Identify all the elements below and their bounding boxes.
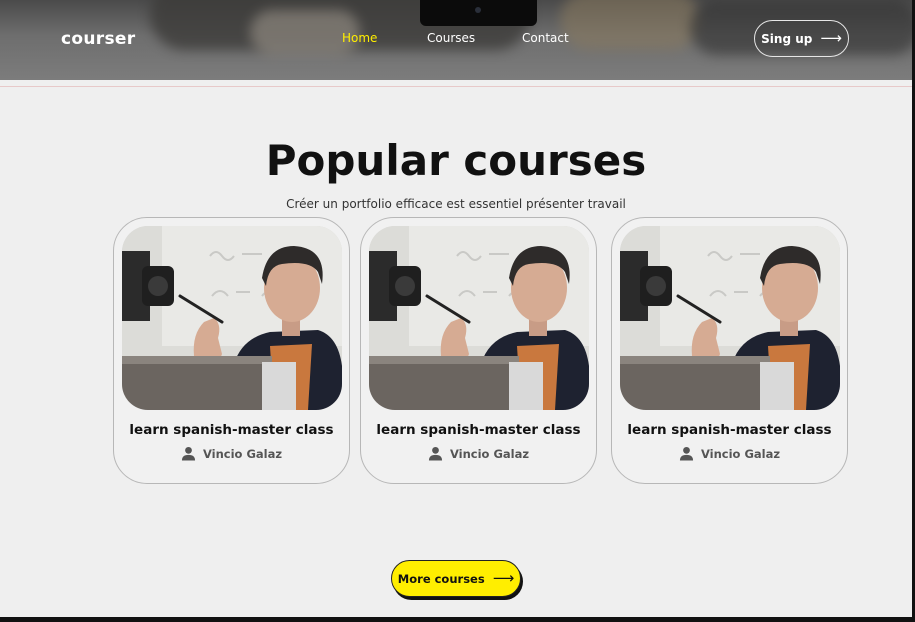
user-icon bbox=[428, 446, 443, 461]
site-header: courser Home Courses Contact Sing up ⟶ bbox=[0, 0, 915, 80]
more-courses-label: More courses bbox=[397, 571, 485, 586]
signup-label: Sing up bbox=[761, 31, 813, 46]
screen-bezel-bottom bbox=[0, 617, 915, 622]
section-title: Popular courses bbox=[265, 136, 647, 185]
course-card[interactable]: learn spanish-master class Vincio Galaz bbox=[611, 217, 848, 484]
user-icon bbox=[181, 446, 196, 461]
course-title[interactable]: learn spanish-master class bbox=[114, 422, 349, 438]
course-title[interactable]: learn spanish-master class bbox=[612, 422, 847, 438]
nav-item-home[interactable]: Home bbox=[342, 31, 377, 45]
more-courses-button[interactable]: More courses ⟶ bbox=[391, 560, 521, 597]
arrow-right-icon: ⟶ bbox=[820, 29, 842, 47]
course-image bbox=[620, 226, 840, 410]
camera-icon bbox=[475, 7, 481, 13]
course-card[interactable]: learn spanish-master class Vincio Galaz bbox=[113, 217, 350, 484]
user-icon bbox=[679, 446, 694, 461]
site-logo[interactable]: courser bbox=[61, 29, 135, 49]
page: courser Home Courses Contact Sing up ⟶ P… bbox=[0, 0, 915, 622]
nav-item-courses[interactable]: Courses bbox=[427, 31, 475, 45]
course-image bbox=[369, 226, 589, 410]
course-card[interactable]: learn spanish-master class Vincio Galaz bbox=[360, 217, 597, 484]
course-author: Vincio Galaz bbox=[114, 446, 349, 461]
course-author: Vincio Galaz bbox=[361, 446, 596, 461]
header-background-shape bbox=[560, 0, 700, 50]
arrow-right-icon: ⟶ bbox=[492, 569, 515, 587]
header-divider bbox=[0, 86, 912, 87]
signup-button[interactable]: Sing up ⟶ bbox=[754, 20, 849, 57]
section-subtitle: Créer un portfolio efficace est essentie… bbox=[286, 197, 626, 211]
nav-item-contact[interactable]: Contact bbox=[522, 31, 569, 45]
course-image bbox=[122, 226, 342, 410]
screen-notch bbox=[420, 0, 537, 26]
course-author: Vincio Galaz bbox=[612, 446, 847, 461]
course-title[interactable]: learn spanish-master class bbox=[361, 422, 596, 438]
author-name: Vincio Galaz bbox=[700, 446, 781, 461]
author-name: Vincio Galaz bbox=[202, 446, 283, 461]
author-name: Vincio Galaz bbox=[449, 446, 530, 461]
